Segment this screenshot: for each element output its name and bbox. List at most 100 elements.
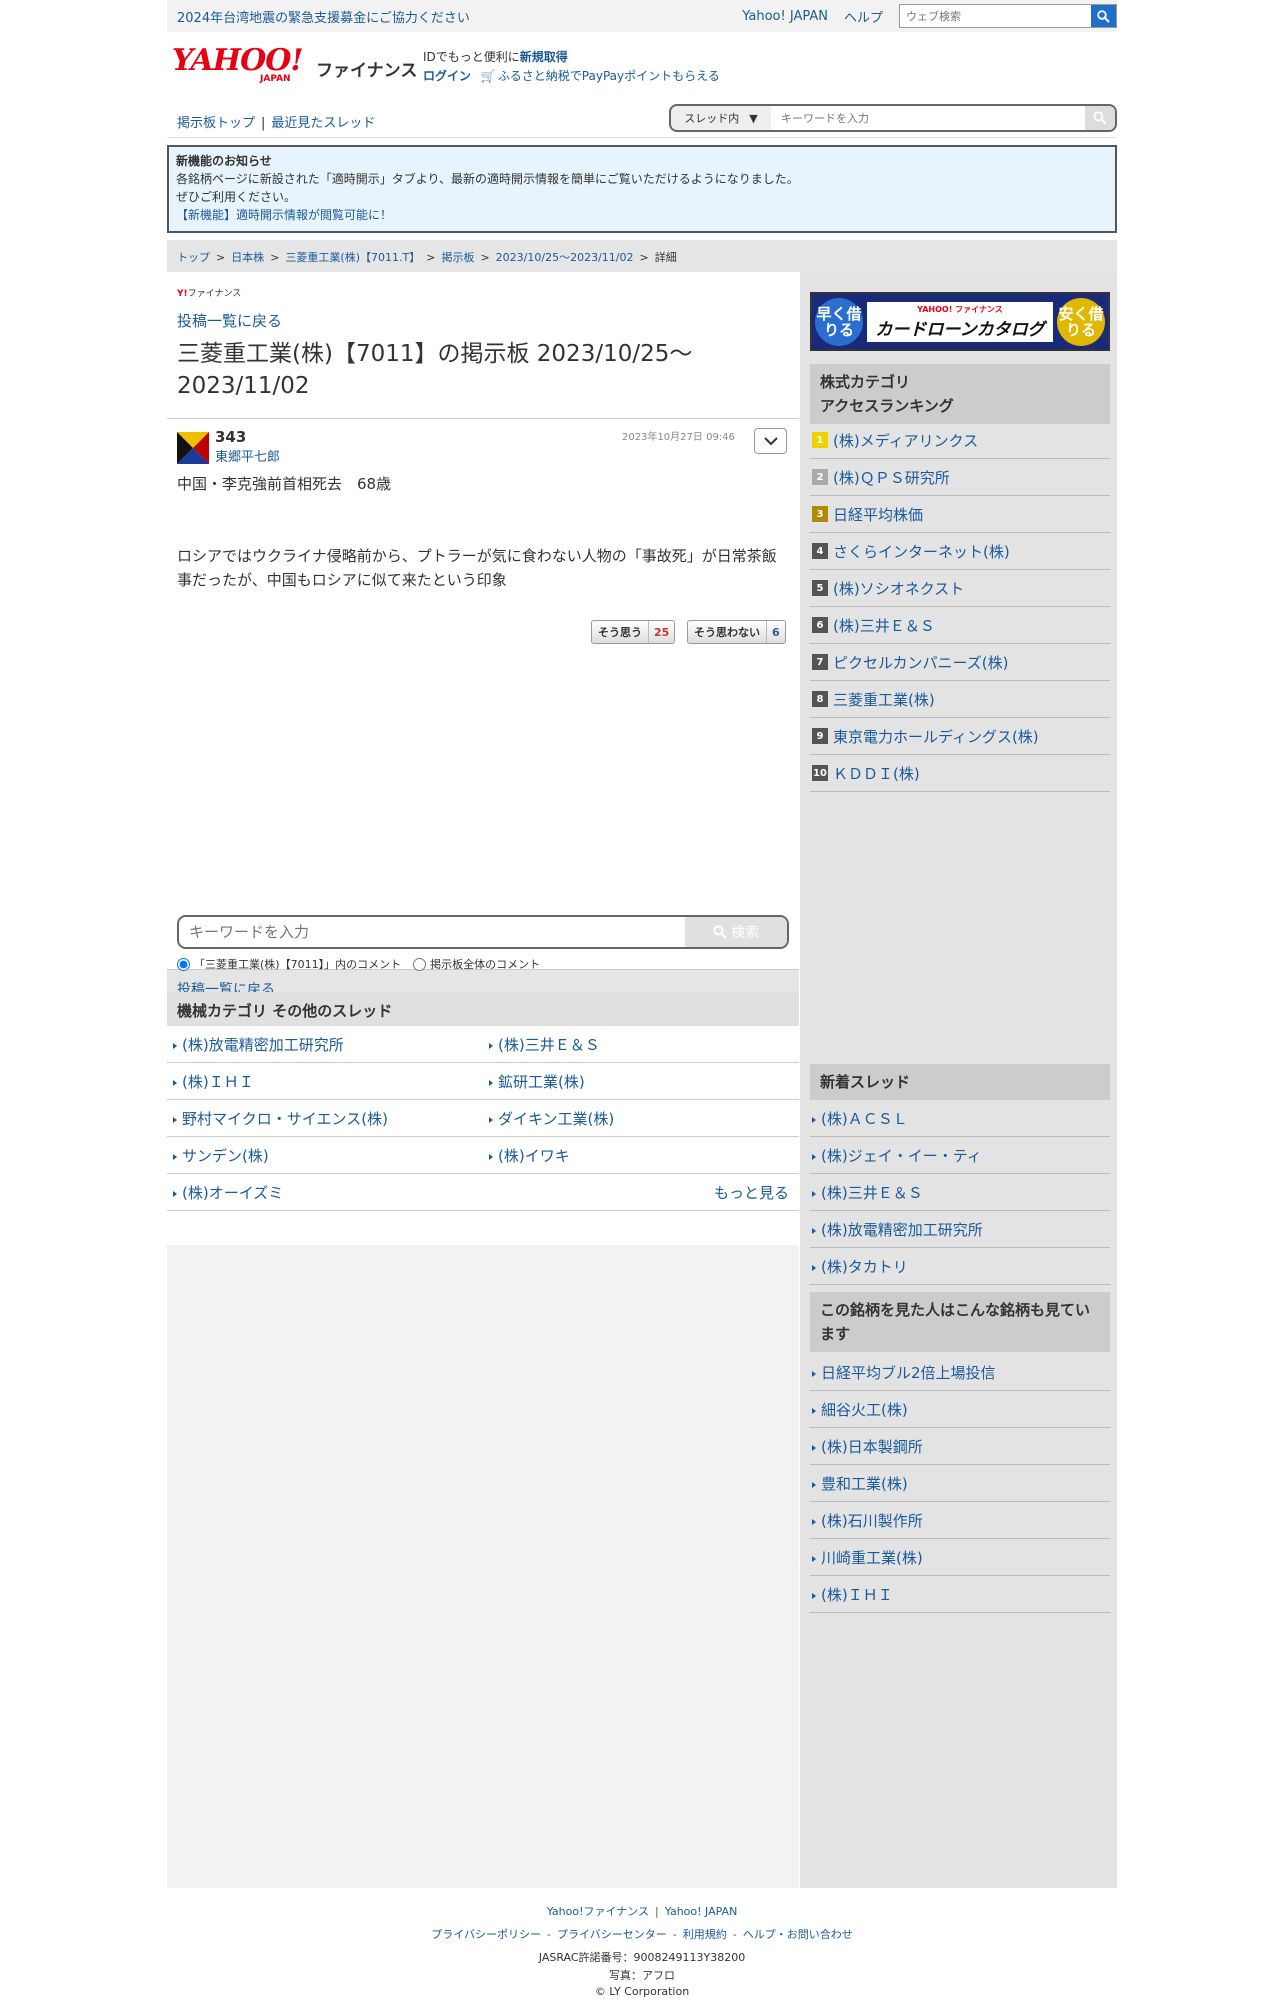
breadcrumb-jp-stocks[interactable]: 日本株: [231, 251, 264, 264]
new-thread-item-link[interactable]: (株)三井Ｅ＆Ｓ: [821, 1184, 923, 1202]
ranking-item-link[interactable]: (株)メディアリンクス: [833, 430, 978, 451]
ranking-item[interactable]: 5 (株)ソシオネクスト: [810, 570, 1110, 607]
also-viewed-item[interactable]: (株)ＩＨＩ: [810, 1576, 1110, 1613]
also-viewed-item[interactable]: (株)日本製鋼所: [810, 1428, 1110, 1465]
also-viewed-item[interactable]: 豊和工業(株): [810, 1465, 1110, 1502]
comment-search-button[interactable]: 検索: [685, 917, 787, 947]
ranking-heading-line2: アクセスランキング: [820, 397, 954, 415]
announcement-text-2: ぜひご利用ください。: [176, 190, 297, 204]
disagree-count: 6: [772, 625, 780, 639]
disagree-label: そう思わない: [688, 621, 767, 643]
footer-terms-link[interactable]: 利用規約: [683, 1928, 727, 1941]
other-thread-item[interactable]: (株)イワキ: [483, 1137, 799, 1174]
board-search-box: スレッド内 ▼: [669, 104, 1117, 132]
scope-all-boards-radio[interactable]: [413, 957, 427, 971]
breadcrumb-board[interactable]: 掲示板: [441, 251, 474, 264]
also-viewed-item-link[interactable]: 豊和工業(株): [821, 1475, 908, 1493]
breadcrumb-thread[interactable]: 2023/10/25〜2023/11/02: [496, 251, 634, 264]
new-threads-list: (株)ＡＣＳＬ (株)ジェイ・イー・ティ (株)三井Ｅ＆Ｓ (株)放電精密加工研究所 (…: [810, 1100, 1110, 1285]
ranking-item[interactable]: 7 ピクセルカンパニーズ(株): [810, 644, 1110, 681]
also-viewed-item-link[interactable]: 細谷火工(株): [821, 1401, 908, 1419]
footer-finance-link[interactable]: Yahoo!ファイナンス: [547, 1905, 649, 1918]
breadcrumb-stock[interactable]: 三菱重工業(株)【7011.T】: [285, 251, 420, 264]
board-top-link[interactable]: 掲示板トップ: [177, 116, 255, 131]
new-thread-item[interactable]: (株)三井Ｅ＆Ｓ: [810, 1174, 1110, 1211]
ranking-item-link[interactable]: 三菱重工業(株): [833, 689, 935, 710]
new-thread-item[interactable]: (株)ＡＣＳＬ: [810, 1100, 1110, 1137]
ranking-item-link[interactable]: (株)ＱＰＳ研究所: [833, 467, 950, 488]
other-thread-item[interactable]: (株)オーイズミ: [167, 1174, 483, 1211]
footer-help-link[interactable]: ヘルプ・お問い合わせ: [743, 1928, 853, 1941]
new-thread-item-link[interactable]: (株)放電精密加工研究所: [821, 1221, 983, 1239]
ranking-item[interactable]: 8 三菱重工業(株): [810, 681, 1110, 718]
other-thread-item[interactable]: サンデン(株): [167, 1137, 483, 1174]
scope-this-stock-radio[interactable]: [177, 957, 190, 971]
other-thread-item[interactable]: (株)三井Ｅ＆Ｓ: [483, 1026, 799, 1063]
disagree-button[interactable]: そう思わない 6: [687, 620, 786, 644]
ranking-item-link[interactable]: さくらインターネット(株): [833, 541, 1010, 562]
also-viewed-item[interactable]: 細谷火工(株): [810, 1391, 1110, 1428]
search-scope-select[interactable]: スレッド内 ▼: [671, 106, 771, 130]
new-thread-item-link[interactable]: (株)ジェイ・イー・ティ: [821, 1147, 982, 1165]
new-thread-item[interactable]: (株)放電精密加工研究所: [810, 1211, 1110, 1248]
card-loan-banner[interactable]: 早く借りる YAHOO! ファイナンス カードローンカタログ 安く借りる: [810, 292, 1110, 351]
user-avatar[interactable]: [177, 432, 209, 468]
comment-search-input[interactable]: [179, 917, 685, 947]
new-thread-item-link[interactable]: (株)ＡＣＳＬ: [821, 1110, 908, 1128]
login-link[interactable]: ログイン: [423, 69, 471, 83]
other-thread-item[interactable]: (株)ＩＨＩ: [167, 1063, 483, 1100]
footer-jasrac: JASRAC許諾番号：9008249113Y38200: [538, 1951, 746, 1964]
more-threads-link[interactable]: もっと見る: [483, 1174, 799, 1211]
ranking-item[interactable]: 2 (株)ＱＰＳ研究所: [810, 459, 1110, 496]
signup-link[interactable]: 新規取得: [520, 50, 568, 64]
help-link[interactable]: ヘルプ: [844, 7, 883, 26]
ranking-item[interactable]: 3 日経平均株価: [810, 496, 1110, 533]
new-thread-item[interactable]: (株)タカトリ: [810, 1248, 1110, 1285]
furusato-link[interactable]: ふるさと納税でPayPayポイントもらえる: [498, 69, 720, 83]
also-viewed-item[interactable]: 日経平均ブル2倍上場投信: [810, 1354, 1110, 1391]
footer-privacy-link[interactable]: プライバシーポリシー: [431, 1928, 541, 1941]
also-viewed-item[interactable]: 川崎重工業(株): [810, 1539, 1110, 1576]
post-username[interactable]: 東郷平七郎: [215, 446, 280, 465]
ranking-item-link[interactable]: 日経平均株価: [833, 504, 923, 525]
recent-threads-link[interactable]: 最近見たスレッド: [271, 116, 375, 131]
new-thread-item[interactable]: (株)ジェイ・イー・ティ: [810, 1137, 1110, 1174]
also-viewed-item-link[interactable]: (株)日本製鋼所: [821, 1438, 923, 1456]
board-search-button[interactable]: [1085, 106, 1115, 130]
also-viewed-item-link[interactable]: (株)ＩＨＩ: [821, 1586, 893, 1604]
yahoo-finance-logo[interactable]: YAHOO! JAPAN ファイナンス: [172, 46, 417, 85]
scope-all-boards[interactable]: 掲示板全体のコメント: [413, 956, 540, 972]
scope-this-stock[interactable]: 「三菱重工業(株)【7011】」内のコメント: [177, 956, 401, 972]
ranking-item[interactable]: 9 東京電力ホールディングス(株): [810, 718, 1110, 755]
other-thread-item[interactable]: 鉱研工業(株): [483, 1063, 799, 1100]
other-thread-item[interactable]: ダイキン工業(株): [483, 1100, 799, 1137]
disaster-donation-link[interactable]: 2024年台湾地震の緊急支援募金にご協力ください: [167, 7, 742, 26]
ranking-item[interactable]: 1 (株)メディアリンクス: [810, 422, 1110, 459]
board-search-input[interactable]: [771, 106, 1085, 130]
new-thread-item-link[interactable]: (株)タカトリ: [821, 1258, 908, 1276]
footer-yahoo-link[interactable]: Yahoo! JAPAN: [665, 1905, 738, 1918]
also-viewed-item[interactable]: (株)石川製作所: [810, 1502, 1110, 1539]
ranking-item[interactable]: 4 さくらインターネット(株): [810, 533, 1110, 570]
web-search-input[interactable]: [900, 5, 1091, 27]
also-viewed-item-link[interactable]: (株)石川製作所: [821, 1512, 923, 1530]
ranking-item[interactable]: 6 (株)三井Ｅ＆Ｓ: [810, 607, 1110, 644]
ranking-item-link[interactable]: (株)ソシオネクスト: [833, 578, 964, 599]
back-to-list-link[interactable]: 投稿一覧に戻る: [177, 310, 282, 331]
also-viewed-item-link[interactable]: 川崎重工業(株): [821, 1549, 923, 1567]
other-thread-item[interactable]: (株)放電精密加工研究所: [167, 1026, 483, 1063]
breadcrumb-top[interactable]: トップ: [177, 251, 210, 264]
post-menu-button[interactable]: [754, 428, 787, 454]
ranking-item-link[interactable]: ピクセルカンパニーズ(株): [833, 652, 1009, 673]
other-thread-item[interactable]: 野村マイクロ・サイエンス(株): [167, 1100, 483, 1137]
announcement-link[interactable]: 【新機能】適時開示情報が閲覧可能に！: [176, 208, 392, 222]
ranking-item[interactable]: 10 ＫＤＤＩ(株): [810, 755, 1110, 792]
ranking-item-link[interactable]: ＫＤＤＩ(株): [833, 763, 920, 784]
agree-button[interactable]: そう思う 25: [591, 620, 676, 644]
ranking-item-link[interactable]: 東京電力ホールディングス(株): [833, 726, 1039, 747]
yahoo-japan-link[interactable]: Yahoo! JAPAN: [742, 9, 828, 24]
ranking-item-link[interactable]: (株)三井Ｅ＆Ｓ: [833, 615, 935, 636]
footer-privacy-center-link[interactable]: プライバシーセンター: [557, 1928, 667, 1941]
web-search-button[interactable]: [1091, 5, 1116, 27]
also-viewed-item-link[interactable]: 日経平均ブル2倍上場投信: [821, 1364, 996, 1382]
